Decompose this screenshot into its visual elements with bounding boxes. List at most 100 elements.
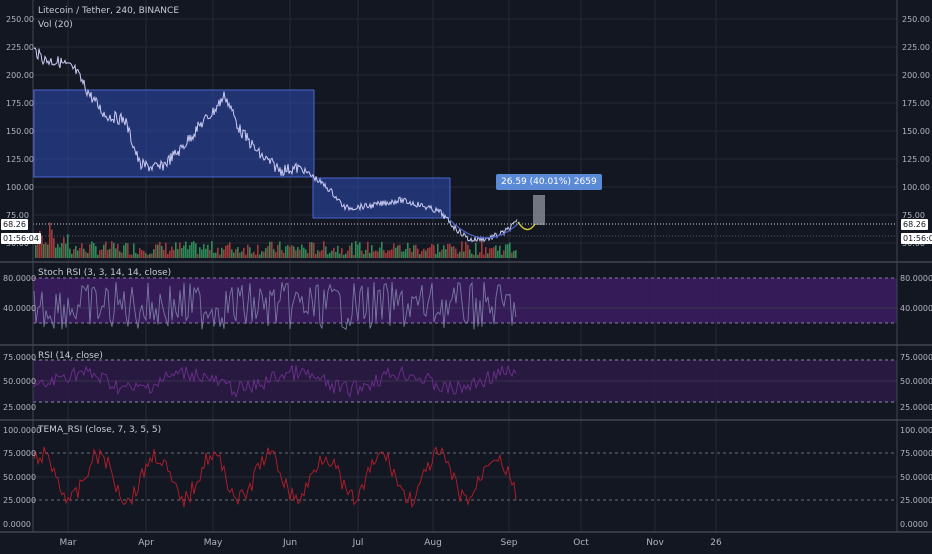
volume-bar: [199, 247, 201, 258]
volume-bar: [51, 229, 53, 258]
volume-bar: [35, 244, 37, 258]
volume-bar: [257, 244, 259, 258]
price-tick-left: 200.00: [6, 71, 34, 80]
volume-bar: [313, 242, 315, 258]
volume-bar: [425, 250, 427, 258]
volume-bar: [483, 254, 485, 258]
volume-bar: [409, 248, 411, 258]
volume-bar: [293, 246, 295, 258]
price-tick-left: 250.00: [6, 15, 34, 24]
rsi-tick-left: 75.0000: [3, 353, 36, 362]
volume-bar: [243, 247, 245, 258]
volume-bar: [265, 248, 267, 258]
volume-bar: [267, 246, 269, 258]
volume-bar: [367, 241, 369, 258]
volume-bar: [275, 252, 277, 258]
volume-bar: [439, 251, 441, 258]
volume-bar: [385, 252, 387, 258]
volume-bar: [131, 254, 133, 258]
price-tick-right: 100.00: [902, 183, 930, 192]
price-tick-left: 100.00: [6, 183, 34, 192]
volume-bar: [365, 249, 367, 258]
volume-bar: [505, 244, 507, 258]
time-axis: Mar Apr May Jun Jul Aug Sep Oct Nov 26: [60, 538, 722, 548]
tema-tick-right: 0.0000: [900, 520, 928, 529]
volume-bar: [461, 241, 463, 258]
volume-bar: [377, 251, 379, 258]
symbol-title: Litecoin / Tether, 240, BINANCE: [38, 6, 180, 16]
volume-bar: [465, 241, 467, 258]
volume-bar: [79, 248, 81, 258]
volume-bar: [233, 252, 235, 258]
volume-bar: [71, 253, 73, 258]
volume-bar: [189, 245, 191, 258]
countdown-badge-left: 01:56:04: [1, 233, 41, 244]
volume-bar: [323, 241, 325, 258]
volume-bar: [315, 253, 317, 258]
last-price-badge-left: 68.26: [1, 219, 28, 230]
volume-bar: [457, 253, 459, 258]
volume-bar: [93, 242, 95, 258]
volume-bar: [241, 251, 243, 258]
volume-bar: [363, 254, 365, 258]
volume-bar: [383, 250, 385, 258]
volume-bar: [91, 241, 93, 258]
volume-bars: [35, 222, 517, 258]
volume-bar: [473, 254, 475, 258]
volume-bar: [441, 249, 443, 258]
volume-bar: [295, 250, 297, 258]
tema-rsi-title: TEMA_RSI (close, 7, 3, 5, 5): [38, 425, 162, 435]
volume-bar: [253, 251, 255, 258]
volume-bar: [263, 251, 265, 258]
volume-bar: [207, 244, 209, 258]
tema-tick-right: 75.0000: [900, 449, 932, 458]
volume-bar: [231, 249, 233, 258]
volume-bar: [411, 251, 413, 258]
volume-bar: [139, 248, 141, 258]
volume-bar: [407, 242, 409, 258]
volume-bar: [61, 243, 63, 258]
volume-bar: [355, 241, 357, 258]
volume-bar: [299, 249, 301, 258]
stoch-tick-left: 40.0000: [3, 304, 36, 313]
volume-bar: [513, 250, 515, 258]
volume-bar: [261, 251, 263, 258]
tema-tick-left: 50.0000: [3, 473, 36, 482]
volume-bar: [269, 241, 271, 258]
target-box: [533, 195, 545, 225]
volume-bar: [303, 247, 305, 258]
volume-bar: [115, 248, 117, 258]
volume-bar: [487, 253, 489, 258]
volume-bar: [469, 249, 471, 258]
volume-bar: [117, 243, 119, 258]
volume-bar: [301, 244, 303, 258]
volume-bar: [151, 253, 153, 258]
time-tick: 26: [710, 538, 722, 548]
volume-bar: [455, 248, 457, 258]
volume-bar: [171, 246, 173, 258]
tema-tick-right: 100.0000: [900, 426, 932, 435]
volume-bar: [135, 252, 137, 258]
volume-bar: [373, 251, 375, 258]
volume-bar: [153, 249, 155, 258]
volume-bar: [89, 244, 91, 258]
volume-bar: [479, 252, 481, 258]
volume-bar: [397, 245, 399, 258]
volume-bar: [421, 251, 423, 258]
volume-bar: [87, 253, 89, 258]
rsi-tick-left: 50.0000: [3, 377, 36, 386]
volume-bar: [227, 244, 229, 258]
volume-bar: [311, 242, 313, 258]
volume-bar: [249, 247, 251, 258]
volume-bar: [433, 245, 435, 258]
volume-bar: [229, 242, 231, 258]
volume-bar: [197, 253, 199, 258]
volume-bar: [49, 222, 51, 258]
volume-bar: [185, 241, 187, 258]
tema-tick-left: 25.0000: [3, 496, 36, 505]
volume-bar: [497, 250, 499, 258]
volume-bar: [99, 249, 101, 258]
volume-bar: [165, 242, 167, 258]
volume-bar: [157, 244, 159, 258]
trading-chart[interactable]: 250.00 250.00 225.00 225.00 200.00 200.00 175.…: [0, 0, 932, 550]
